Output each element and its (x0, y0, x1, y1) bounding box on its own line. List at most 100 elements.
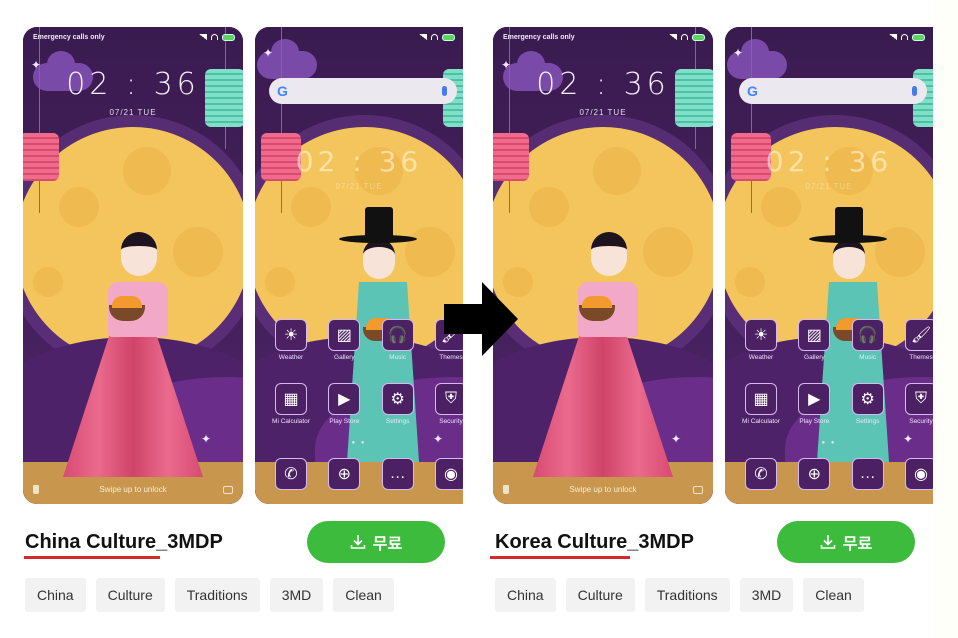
battery-icon (692, 33, 705, 41)
google-search-bar[interactable]: G (739, 78, 927, 104)
camera-icon[interactable]: ◉ (434, 458, 463, 490)
app-label: Weather (278, 354, 304, 361)
app-label: Themes (909, 354, 933, 361)
battery-icon (222, 33, 235, 41)
wifi-icon (431, 34, 438, 40)
app-gallery[interactable]: ▨ Gallery (318, 319, 370, 361)
moon-spot (529, 187, 569, 227)
app-security[interactable]: ⛨ Security (425, 383, 463, 425)
phone-icon[interactable]: ✆ (275, 458, 307, 490)
gear-icon: ⚙ (851, 383, 884, 415)
app-play-store[interactable]: ▶ Play Store (318, 383, 370, 425)
lock-screen-preview[interactable]: ✦ ✦ Emergency calls only 02 : 36 07/21 T… (493, 27, 713, 504)
moon-spot (593, 147, 641, 195)
swipe-hint: Swipe up to unlock (569, 485, 637, 494)
lock-clock: 02 : 36 (536, 67, 670, 102)
app-label: Security (439, 418, 463, 425)
app-weather[interactable]: ☀ Weather (265, 319, 317, 361)
moon-spot (875, 227, 925, 277)
app-play-store[interactable]: ▶ Play Store (788, 383, 840, 425)
page-indicator: ● ● (821, 440, 837, 446)
tag-list: China Culture Traditions 3MD Clean (25, 578, 394, 612)
headphones-icon: 🎧 (851, 319, 884, 351)
google-icon: G (277, 83, 288, 99)
tag-chip[interactable]: Culture (565, 578, 635, 612)
app-music[interactable]: 🎧 Music (372, 319, 424, 361)
app-label: Settings (855, 418, 880, 425)
moon-spot (291, 187, 331, 227)
tag-chip[interactable]: Traditions (174, 578, 260, 612)
status-text: Emergency calls only (33, 33, 105, 41)
app-grid: ☀ Weather ▨ Gallery 🎧 Music 🖌 Themes ▦ M… (265, 319, 463, 447)
tag-chip[interactable]: Culture (95, 578, 165, 612)
tag-chip[interactable]: Clean (803, 578, 864, 612)
gat-hat-brim (809, 235, 887, 243)
wifi-icon (211, 34, 218, 40)
app-themes[interactable]: 🖌 Themes (895, 319, 933, 361)
free-download-button[interactable]: 무료 (777, 521, 915, 563)
pink-lantern (493, 133, 529, 181)
sparkle-icon: ✦ (671, 432, 682, 446)
tag-list: China Culture Traditions 3MD Clean (495, 578, 864, 612)
app-row: ▦ Mi Calculator ▶ Play Store ⚙ Settings … (265, 383, 463, 425)
google-icon: G (747, 83, 758, 99)
red-underline-annotation (24, 556, 160, 559)
calculator-icon: ▦ (275, 383, 307, 415)
home-date: 07/21 TUE (805, 182, 853, 191)
home-screen-preview[interactable]: ✦ ✦ G 02 : 36 07/21 TUE ☀ Weather ▨ Gall… (725, 27, 933, 504)
mic-icon[interactable] (912, 86, 917, 96)
moon-spot (173, 227, 223, 277)
app-label: Gallery (334, 354, 355, 361)
app-label: Play Store (799, 418, 830, 425)
theme-title[interactable]: China Culture_3MDP (25, 531, 223, 554)
mic-icon[interactable] (442, 86, 447, 96)
app-row: ▦ Mi Calculator ▶ Play Store ⚙ Settings … (735, 383, 933, 425)
tag-chip[interactable]: Traditions (644, 578, 730, 612)
free-download-button[interactable]: 무료 (307, 521, 445, 563)
phone-icon[interactable]: ✆ (745, 458, 777, 490)
pink-lantern (23, 133, 59, 181)
free-label: 무료 (372, 536, 403, 553)
home-screen-preview[interactable]: ✦ ✦ G 02 : 36 07/21 TUE ☀ Weather ▨ Gall… (255, 27, 463, 504)
app-gallery[interactable]: ▨ Gallery (788, 319, 840, 361)
play-store-icon: ▶ (798, 383, 831, 415)
app-security[interactable]: ⛨ Security (895, 383, 933, 425)
tag-chip[interactable]: Clean (333, 578, 394, 612)
lock-screen-preview[interactable]: ✦ ✦ Emergency calls only 02 : 36 07/21 T… (23, 27, 243, 504)
app-settings[interactable]: ⚙ Settings (842, 383, 894, 425)
tag-chip[interactable]: China (495, 578, 556, 612)
gallery-icon: ▨ (328, 319, 361, 351)
moon-spot (643, 227, 693, 277)
tag-chip[interactable]: 3MD (269, 578, 324, 612)
globe-icon[interactable]: ⊕ (798, 458, 831, 490)
tag-chip[interactable]: China (25, 578, 86, 612)
camera-icon[interactable]: ◉ (904, 458, 933, 490)
shield-icon: ⛨ (904, 383, 933, 415)
app-mi-calculator[interactable]: ▦ Mi Calculator (735, 383, 787, 425)
google-search-bar[interactable]: G (269, 78, 457, 104)
sparkle-icon: ✦ (263, 46, 274, 60)
message-icon[interactable]: … (381, 458, 414, 490)
app-weather[interactable]: ☀ Weather (735, 319, 787, 361)
message-icon[interactable]: … (851, 458, 884, 490)
theme-title[interactable]: Korea Culture_3MDP (495, 531, 694, 554)
free-label: 무료 (842, 536, 873, 553)
signal-icon (419, 34, 427, 40)
app-music[interactable]: 🎧 Music (842, 319, 894, 361)
red-underline-annotation (490, 556, 630, 559)
app-mi-calculator[interactable]: ▦ Mi Calculator (265, 383, 317, 425)
globe-icon[interactable]: ⊕ (328, 458, 361, 490)
camera-shortcut-icon[interactable] (223, 486, 233, 494)
app-settings[interactable]: ⚙ Settings (372, 383, 424, 425)
tag-chip[interactable]: 3MD (739, 578, 794, 612)
status-bar (265, 31, 455, 43)
download-icon (820, 534, 836, 550)
app-label: Mi Calculator (272, 418, 310, 425)
moon-spot (761, 187, 801, 227)
gear-icon: ⚙ (381, 383, 414, 415)
camera-shortcut-icon[interactable] (693, 486, 703, 494)
app-grid: ☀ Weather ▨ Gallery 🎧 Music 🖌 Themes ▦ M… (735, 319, 933, 447)
app-label: Music (859, 354, 877, 361)
home-clock: 02 : 36 (295, 145, 423, 178)
lantern-string (39, 27, 40, 213)
